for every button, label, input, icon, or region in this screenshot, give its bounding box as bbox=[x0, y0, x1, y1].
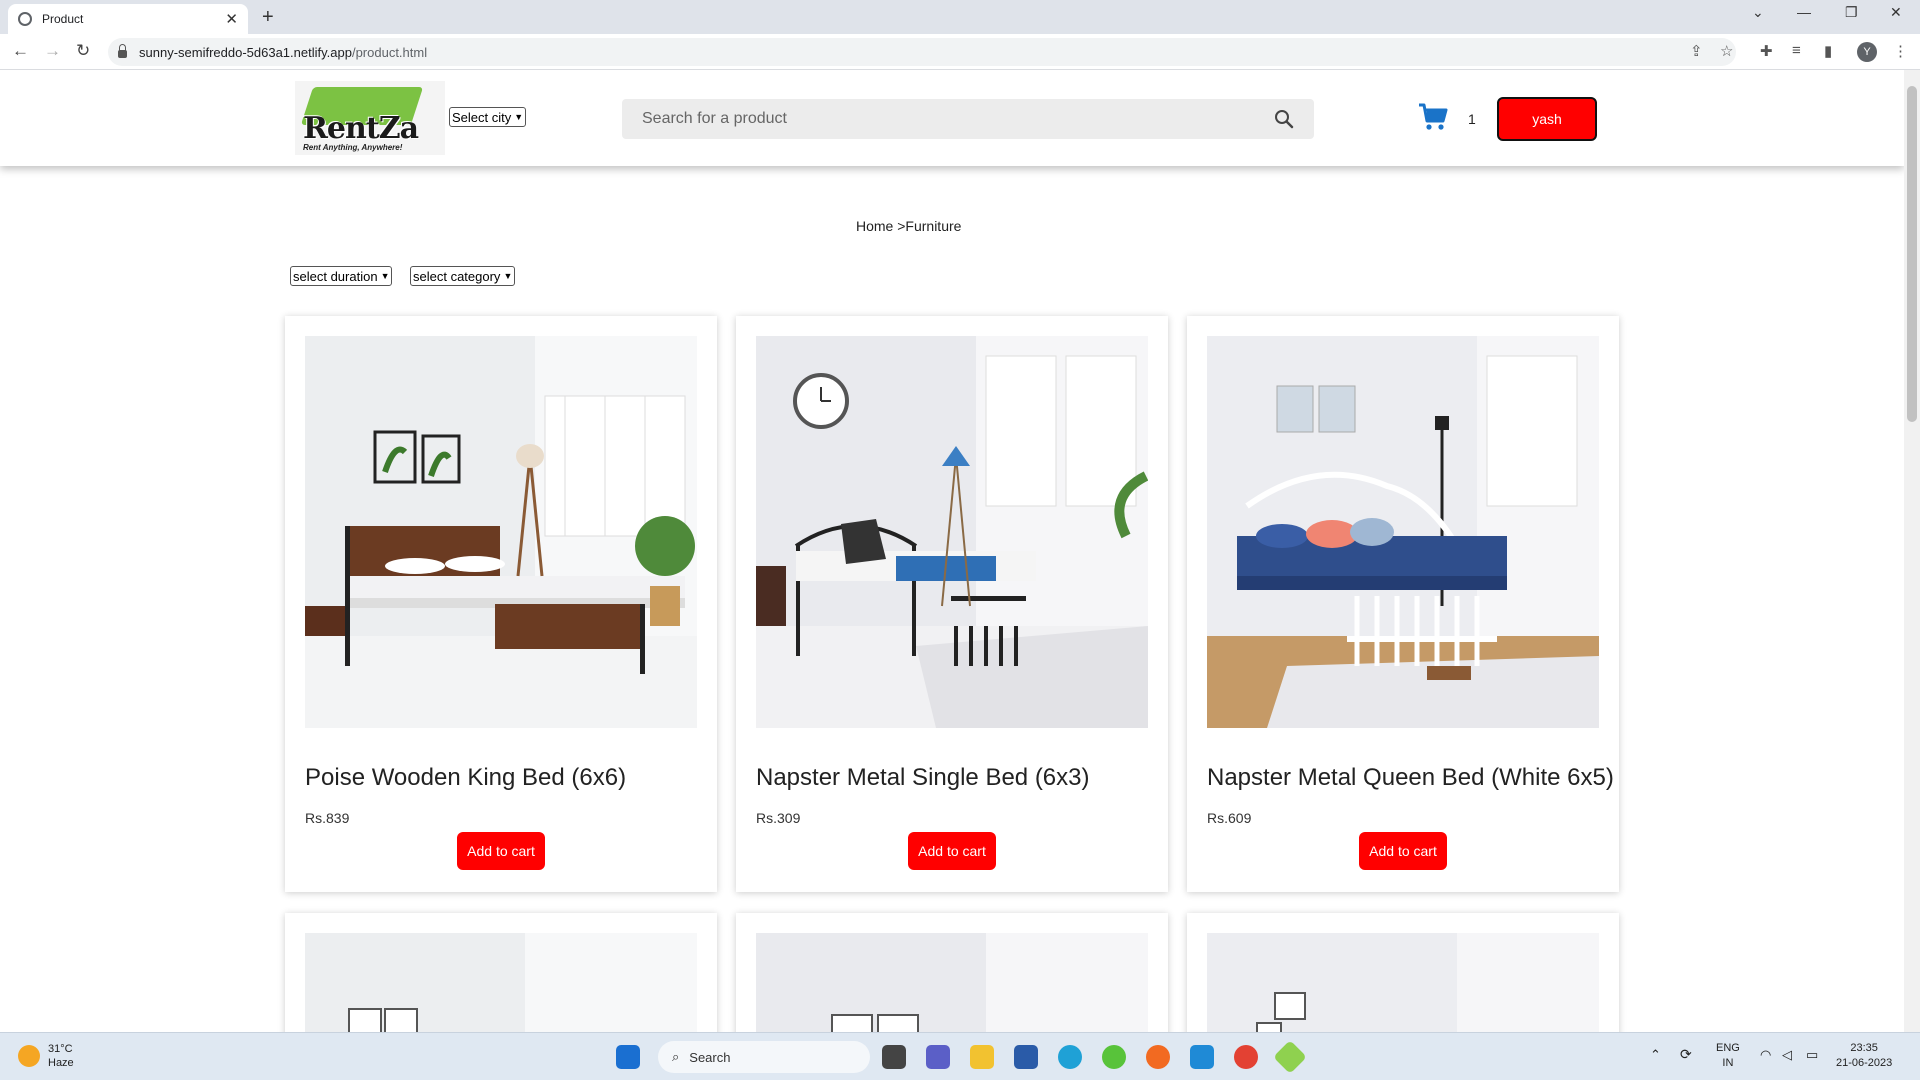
share-icon[interactable]: ⇪ bbox=[1690, 42, 1703, 60]
tab-close-button[interactable]: ✕ bbox=[225, 10, 238, 28]
chrome-icon[interactable] bbox=[1234, 1045, 1258, 1069]
task-view-icon[interactable] bbox=[882, 1045, 906, 1069]
teams-chat-icon[interactable] bbox=[926, 1045, 950, 1069]
shopping-cart-icon[interactable] bbox=[1418, 103, 1448, 131]
browser-toolbar: ← → ↻ sunny-semifreddo-5d63a1.netlify.ap… bbox=[0, 34, 1920, 70]
extensions-puzzle-icon[interactable]: ✚ bbox=[1760, 42, 1773, 60]
duration-select[interactable]: select duration ▼ bbox=[290, 266, 393, 286]
logo-wordmark: RentZa bbox=[303, 111, 419, 146]
url-text: sunny-semifreddo-5d63a1.netlify.app/prod… bbox=[139, 44, 428, 60]
postman-icon[interactable] bbox=[1146, 1045, 1170, 1069]
chevron-down-icon: ▼ bbox=[514, 112, 524, 122]
windows-taskbar: 31°C Haze ⌕ Search ⌃ ⟳ ENG IN ◠ ◁ ▭ 23:3… bbox=[0, 1032, 1920, 1080]
file-explorer-icon[interactable] bbox=[970, 1045, 994, 1069]
wifi-icon[interactable]: ◠ bbox=[1760, 1047, 1771, 1062]
side-panel-icon[interactable]: ▮ bbox=[1824, 42, 1832, 60]
taskbar-search-label: Search bbox=[689, 1049, 731, 1065]
language-code: ENG bbox=[1716, 1042, 1740, 1054]
product-image[interactable] bbox=[305, 336, 697, 728]
category-select-value: select category bbox=[413, 268, 501, 284]
user-account-button[interactable]: yash bbox=[1497, 97, 1597, 141]
reading-list-icon[interactable]: ≡ bbox=[1792, 42, 1801, 59]
product-image[interactable] bbox=[305, 933, 697, 1032]
breadcrumb[interactable]: Home >Furniture bbox=[856, 218, 961, 234]
search-icon: ⌕ bbox=[672, 1049, 680, 1064]
restore-button[interactable]: ❐ bbox=[1845, 4, 1858, 21]
product-image[interactable] bbox=[756, 933, 1148, 1032]
product-image[interactable] bbox=[1207, 336, 1599, 728]
weather-condition: Haze bbox=[48, 1057, 74, 1069]
clock[interactable]: 23:35 21-06-2023 bbox=[1836, 1041, 1892, 1071]
product-image[interactable] bbox=[1207, 933, 1599, 1032]
site-header: RentZa Rent Anything, Anywhere! Select c… bbox=[0, 70, 1904, 166]
rentza-logo[interactable]: RentZa Rent Anything, Anywhere! bbox=[295, 81, 445, 155]
windows-start-icon[interactable] bbox=[616, 1045, 640, 1069]
search-bar[interactable]: Search for a product bbox=[622, 99, 1314, 139]
app-launcher-icon[interactable] bbox=[1273, 1040, 1307, 1074]
battery-icon[interactable]: ▭ bbox=[1806, 1047, 1818, 1062]
search-icon[interactable] bbox=[1274, 109, 1294, 129]
show-hidden-icons-chevron-icon[interactable]: ⌃ bbox=[1650, 1047, 1661, 1062]
tab-title: Product bbox=[42, 12, 84, 26]
forward-arrow-icon[interactable]: → bbox=[44, 41, 61, 61]
city-select[interactable]: Select city ▼ bbox=[449, 107, 527, 127]
volume-icon[interactable]: ◁ bbox=[1782, 1047, 1792, 1062]
category-select[interactable]: select category ▼ bbox=[410, 266, 516, 286]
new-tab-button[interactable]: + bbox=[262, 6, 274, 29]
weather-temperature: 31°C bbox=[48, 1043, 73, 1055]
page-viewport: RentZa Rent Anything, Anywhere! Select c… bbox=[0, 70, 1904, 1032]
product-price: Rs.609 bbox=[1207, 810, 1252, 826]
lock-icon bbox=[118, 44, 127, 58]
product-card[interactable] bbox=[1187, 913, 1619, 1032]
reload-icon[interactable]: ↻ bbox=[76, 41, 90, 61]
close-window-button[interactable]: ✕ bbox=[1890, 4, 1902, 21]
product-image[interactable] bbox=[756, 336, 1148, 728]
address-bar[interactable]: sunny-semifreddo-5d63a1.netlify.app/prod… bbox=[108, 38, 1736, 66]
city-select-value: Select city bbox=[452, 109, 512, 125]
cart-count-badge: 1 bbox=[1468, 111, 1476, 127]
add-to-cart-button[interactable]: Add to cart bbox=[457, 832, 545, 870]
scrollbar-thumb[interactable] bbox=[1907, 86, 1917, 422]
product-card[interactable]: Napster Metal Queen Bed (White 6x5) Rs.6… bbox=[1187, 316, 1619, 892]
bookmark-star-icon[interactable]: ☆ bbox=[1720, 42, 1733, 60]
chevron-down-icon: ▼ bbox=[503, 271, 513, 281]
more-menu-icon[interactable]: ⋮ bbox=[1893, 42, 1908, 60]
microsoft-store-icon[interactable] bbox=[1014, 1045, 1038, 1069]
browser-tabstrip: Product ✕ + ⌄ — ❐ ✕ bbox=[0, 0, 1920, 34]
product-title[interactable]: Napster Metal Single Bed (6x3) bbox=[756, 764, 1090, 792]
add-to-cart-button[interactable]: Add to cart bbox=[1359, 832, 1447, 870]
add-to-cart-button[interactable]: Add to cart bbox=[908, 832, 996, 870]
search-input[interactable]: Search for a product bbox=[642, 110, 1274, 128]
browser-tab[interactable]: Product ✕ bbox=[8, 4, 248, 34]
clock-time: 23:35 bbox=[1850, 1042, 1878, 1054]
clock-date: 21-06-2023 bbox=[1836, 1057, 1893, 1069]
product-price: Rs.839 bbox=[305, 810, 350, 826]
taskbar-search[interactable]: ⌕ Search bbox=[658, 1041, 870, 1073]
region-code: IN bbox=[1722, 1057, 1734, 1069]
duration-select-value: select duration bbox=[293, 268, 378, 284]
edge-browser-icon[interactable] bbox=[1058, 1045, 1082, 1069]
product-card[interactable] bbox=[736, 913, 1168, 1032]
language-indicator[interactable]: ENG IN bbox=[1716, 1041, 1740, 1071]
sync-icon[interactable]: ⟳ bbox=[1680, 1047, 1692, 1062]
minimize-button[interactable]: — bbox=[1797, 4, 1811, 20]
vscode-icon[interactable] bbox=[1190, 1045, 1214, 1069]
product-card[interactable]: Poise Wooden King Bed (6x6) Rs.839 Add t… bbox=[285, 316, 717, 892]
logo-tagline: Rent Anything, Anywhere! bbox=[303, 143, 403, 152]
product-card[interactable] bbox=[285, 913, 717, 1032]
duolingo-icon[interactable] bbox=[1102, 1045, 1126, 1069]
product-card[interactable]: Napster Metal Single Bed (6x3) Rs.309 Ad… bbox=[736, 316, 1168, 892]
product-price: Rs.309 bbox=[756, 810, 801, 826]
product-title[interactable]: Napster Metal Queen Bed (White 6x5) bbox=[1207, 764, 1614, 792]
globe-icon bbox=[18, 12, 32, 26]
haze-weather-icon bbox=[18, 1045, 40, 1067]
page-scrollbar[interactable] bbox=[1904, 70, 1920, 1032]
profile-avatar[interactable]: Y bbox=[1857, 42, 1877, 62]
weather-widget[interactable]: 31°C Haze bbox=[18, 1042, 74, 1070]
product-title[interactable]: Poise Wooden King Bed (6x6) bbox=[305, 764, 626, 792]
chevron-down-icon: ▼ bbox=[380, 271, 390, 281]
back-arrow-icon[interactable]: ← bbox=[12, 41, 29, 61]
tab-search-chevron-icon[interactable]: ⌄ bbox=[1752, 4, 1764, 21]
